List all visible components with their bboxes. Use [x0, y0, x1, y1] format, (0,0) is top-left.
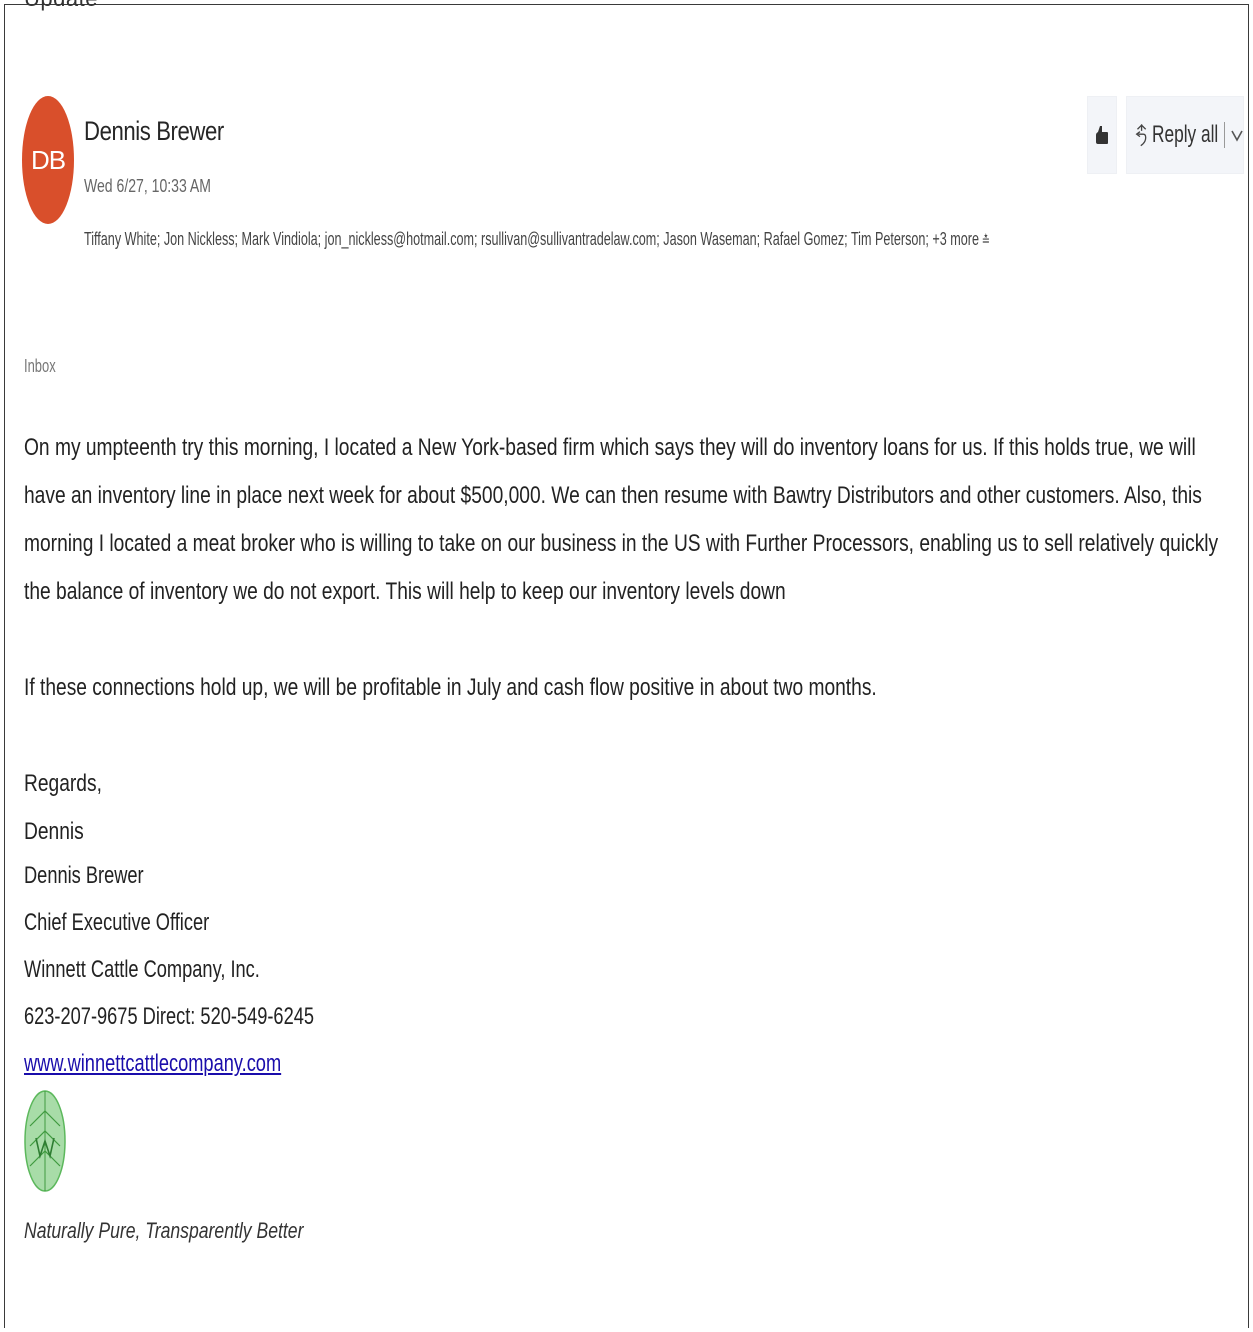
sender-name[interactable]: Dennis Brewer	[84, 116, 224, 147]
signoff: Dennis	[24, 818, 84, 845]
reply-options-dropdown[interactable]	[1231, 128, 1243, 142]
chevron-down-icon	[1231, 130, 1243, 142]
email-body: On my umpteenth try this morning, I loca…	[24, 424, 1240, 856]
signature-block: Dennis Brewer Chief Executive Officer Wi…	[24, 852, 314, 1087]
avatar[interactable]: DB	[22, 96, 74, 224]
like-button[interactable]	[1087, 96, 1117, 174]
signature-name: Dennis Brewer	[24, 862, 144, 889]
body-paragraph: On my umpteenth try this morning, I loca…	[24, 434, 1219, 605]
folder-label[interactable]: Inbox	[24, 356, 56, 377]
body-paragraph: If these connections hold up, we will be…	[24, 674, 877, 701]
thumbs-up-icon	[1096, 126, 1108, 144]
reply-all-button[interactable]: Reply all	[1126, 96, 1244, 174]
website-link[interactable]: www.winnettcattlecompany.com	[24, 1050, 281, 1077]
sent-date: Wed 6/27, 10:33 AM	[84, 176, 211, 196]
closing: Regards,	[24, 770, 102, 797]
signature-phone: 623-207-9675 Direct: 520-549-6245	[24, 1003, 315, 1030]
signature-tagline: Naturally Pure, Transparently Better	[24, 1218, 304, 1243]
signature-company: Winnett Cattle Company, Inc.	[24, 956, 260, 983]
more-recipients-link[interactable]: +3 more ≛	[932, 229, 990, 249]
avatar-initials: DB	[30, 144, 66, 175]
reply-all-icon	[1135, 124, 1147, 147]
signature-title: Chief Executive Officer	[24, 909, 210, 936]
company-logo	[24, 1090, 66, 1192]
button-divider	[1224, 122, 1225, 148]
double-chevron-down-icon: ≛	[981, 232, 991, 248]
recipients-list[interactable]: Tiffany White; Jon Nickless; Mark Vindio…	[84, 229, 929, 249]
recipients-line: Tiffany White; Jon Nickless; Mark Vindio…	[84, 229, 990, 250]
email-subject: Update	[24, 0, 98, 12]
reply-all-label: Reply all	[1152, 121, 1219, 148]
